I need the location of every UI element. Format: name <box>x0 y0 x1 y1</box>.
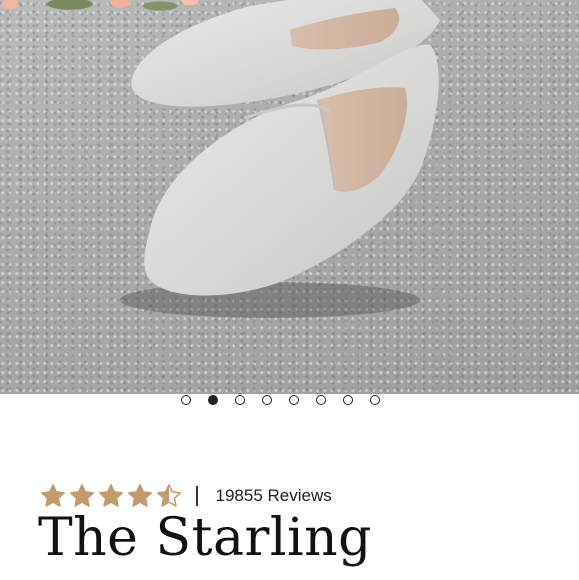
star-icon <box>98 483 124 508</box>
carousel-dot[interactable] <box>343 395 353 405</box>
loafer-shoes-illustration <box>120 0 440 318</box>
rating-separator <box>196 485 198 506</box>
star-half-icon <box>156 483 182 508</box>
carousel-dot[interactable] <box>370 395 380 405</box>
carousel-dot[interactable] <box>262 395 272 405</box>
carousel-dot[interactable] <box>235 395 245 405</box>
carousel-dot[interactable] <box>181 395 191 405</box>
star-icon <box>127 483 153 508</box>
star-rating <box>40 483 182 508</box>
carousel-dot[interactable] <box>208 395 218 405</box>
product-image[interactable] <box>0 0 579 394</box>
carousel-dots <box>181 395 380 407</box>
reviews-link[interactable]: 19855 Reviews <box>216 486 332 506</box>
product-title: The Starling <box>38 508 372 568</box>
star-icon <box>69 483 95 508</box>
carousel-dot[interactable] <box>316 395 326 405</box>
star-icon <box>40 483 66 508</box>
product-rating: 19855 Reviews <box>40 483 332 508</box>
carousel-dot[interactable] <box>289 395 299 405</box>
